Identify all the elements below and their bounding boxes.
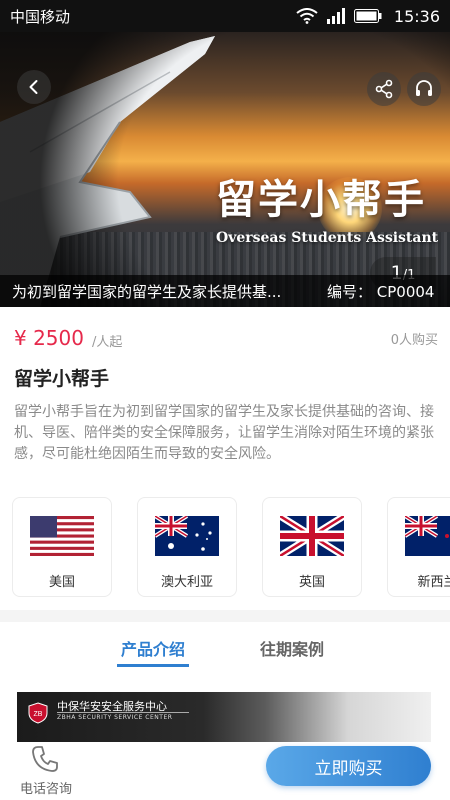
share-button[interactable] bbox=[367, 72, 401, 106]
active-tab-indicator bbox=[117, 664, 189, 667]
hero-banner[interactable]: 留学小帮手 Overseas Students Assistant 1 /1 bbox=[0, 32, 450, 307]
country-card-usa[interactable]: 美国 bbox=[12, 497, 112, 597]
customer-service-button[interactable] bbox=[407, 72, 441, 106]
headset-icon bbox=[416, 80, 432, 96]
chevron-left-icon bbox=[29, 80, 38, 94]
buy-now-button[interactable]: 立即购买 bbox=[266, 746, 431, 786]
country-list[interactable]: 美国 澳大利亚 英国 新西兰 bbox=[0, 497, 450, 600]
phone-icon bbox=[32, 746, 58, 772]
hero-caption-text: 为初到留学国家的留学生及家长提供基... bbox=[12, 282, 282, 301]
price: ¥ 2500 bbox=[14, 326, 84, 350]
country-card-uk[interactable]: 英国 bbox=[262, 497, 362, 597]
uk-flag-icon bbox=[280, 516, 344, 556]
price-unit: /人起 bbox=[91, 334, 123, 350]
price-row: ¥ 2500 /人起 0人购买 bbox=[14, 320, 438, 356]
country-name: 英国 bbox=[298, 575, 325, 590]
product-code: 编号： CP0004 bbox=[327, 282, 435, 301]
intro-banner-image: ZB 中保华安安全服务中心 ZBHA SECURITY SERVICE CENT… bbox=[17, 692, 431, 742]
product-description: 留学小帮手旨在为初到留学国家的留学生及家长提供基础的咨询、接机、导医、陪伴类的安… bbox=[14, 404, 434, 462]
company-name-en: ZBHA SECURITY SERVICE CENTER bbox=[57, 714, 173, 721]
country-name: 澳大利亚 bbox=[160, 575, 213, 590]
hero-caption-bar: 为初到留学国家的留学生及家长提供基... 编号： CP0004 bbox=[0, 275, 450, 307]
wifi-icon bbox=[296, 8, 318, 24]
phone-consult-label: 电话咨询 bbox=[20, 782, 73, 797]
buyer-count: 0人购买 bbox=[390, 332, 438, 348]
back-button[interactable] bbox=[17, 70, 51, 104]
hero-title: 留学小帮手 bbox=[216, 177, 426, 223]
signal-icon bbox=[326, 8, 345, 24]
shield-logo-icon: ZB bbox=[28, 702, 48, 724]
carrier-name: 中国移动 bbox=[10, 7, 71, 26]
country-name: 新西兰 bbox=[417, 575, 450, 590]
battery-icon bbox=[353, 9, 382, 23]
section-divider bbox=[0, 610, 450, 622]
tab-product-intro[interactable]: 产品介绍 bbox=[121, 636, 185, 660]
product-title: 留学小帮手 bbox=[14, 368, 110, 390]
country-card-new-zealand[interactable]: 新西兰 bbox=[387, 497, 450, 597]
share-icon bbox=[375, 79, 393, 99]
country-name: 美国 bbox=[48, 575, 75, 590]
au-flag-icon bbox=[155, 516, 219, 556]
bottom-action-bar: 电话咨询 立即购买 bbox=[0, 742, 450, 800]
logo-divider bbox=[57, 712, 189, 713]
us-flag-icon bbox=[30, 516, 94, 556]
status-bar: 中国移动 15:36 bbox=[0, 0, 450, 32]
tab-past-cases[interactable]: 往期案例 bbox=[260, 636, 324, 660]
nz-flag-icon bbox=[405, 516, 450, 556]
tab-bar: 产品介绍 往期案例 bbox=[0, 622, 450, 670]
svg-text:ZB: ZB bbox=[34, 711, 43, 718]
clock: 15:36 bbox=[393, 6, 440, 26]
hero-subtitle: Overseas Students Assistant bbox=[216, 230, 439, 246]
country-card-australia[interactable]: 澳大利亚 bbox=[137, 497, 237, 597]
phone-consult-button[interactable]: 电话咨询 bbox=[16, 744, 76, 798]
